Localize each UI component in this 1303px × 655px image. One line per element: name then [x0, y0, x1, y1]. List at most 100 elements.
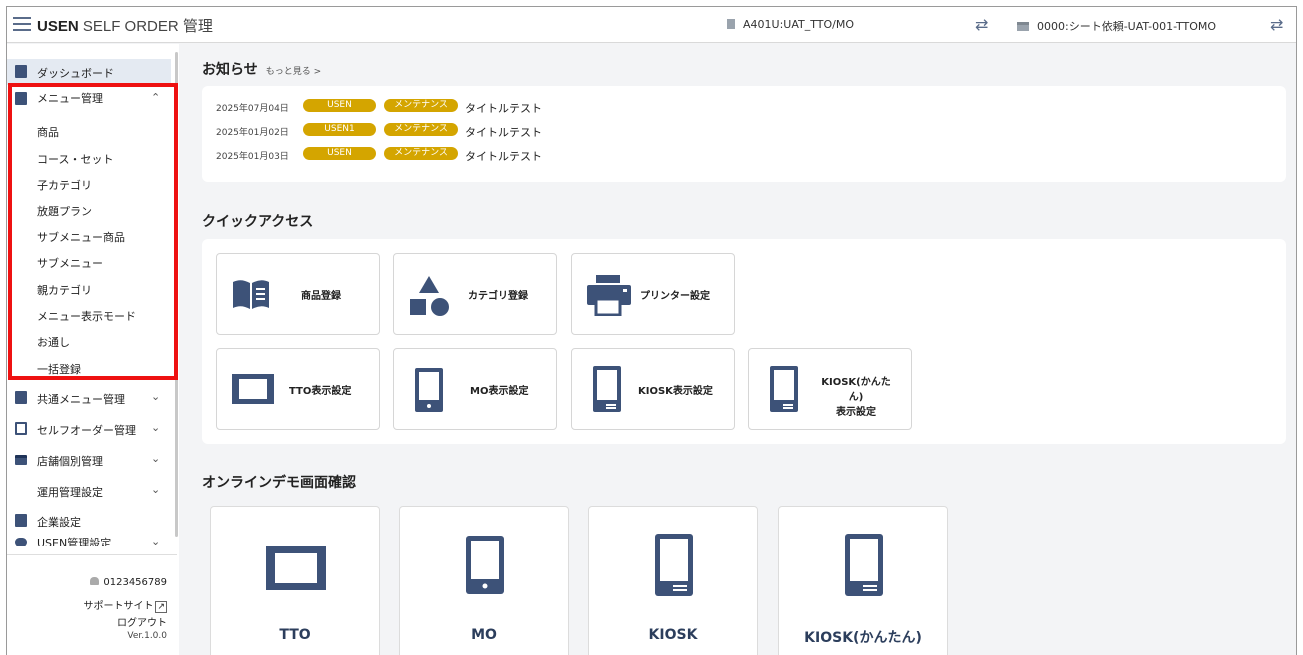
top-header: USEN SELF ORDER 管理 A401U:UAT_TTO/MO ⇄ 00… — [7, 7, 1296, 43]
demo-label: KIOSK(かんたん) — [804, 630, 922, 646]
chevron-down-icon: ⌄ — [151, 421, 161, 434]
quick-product-register-button[interactable]: 商品登録 — [216, 253, 380, 335]
notices-heading: お知らせ もっと見る > — [202, 59, 321, 79]
notice-title: タイトルテスト — [465, 102, 542, 115]
chevron-down-icon: ⌄ — [151, 483, 161, 496]
chevron-down-icon: ⌄ — [151, 390, 161, 403]
book-icon — [233, 280, 269, 309]
person-icon — [90, 577, 100, 585]
quick-label: TTO表示設定 — [289, 386, 352, 397]
sidebar-item-usen-settings[interactable]: USEN管理設定 ⌄ — [7, 534, 171, 546]
demo-kiosk-card[interactable]: KIOSK — [588, 506, 758, 655]
kiosk-icon — [593, 366, 621, 412]
logout-link[interactable]: ログアウト — [117, 614, 167, 629]
quick-label: MO表示設定 — [470, 386, 529, 397]
notices-card: 2025年07月04日 USEN メンテナンス タイトルテスト 2025年01月… — [202, 86, 1286, 182]
sidebar-item-label: 企業設定 — [37, 516, 81, 529]
clipboard-icon — [15, 422, 27, 435]
notice-category-tag: メンテナンス — [384, 99, 458, 112]
user-id: 0123456789 — [103, 577, 167, 588]
highlight-annotation — [8, 83, 178, 380]
notices-title: お知らせ — [202, 62, 258, 78]
quick-kiosk-simple-display-button[interactable]: KIOSK(かんたん) 表示設定 — [748, 348, 912, 430]
kiosk-icon — [845, 534, 883, 596]
user-info: 0123456789 — [90, 577, 167, 588]
shapes-icon — [410, 276, 449, 316]
see-more-link[interactable]: もっと見る > — [266, 67, 321, 77]
demo-label: MO — [471, 627, 497, 643]
hamburger-menu-icon[interactable] — [13, 17, 31, 31]
shop-icon — [1017, 22, 1029, 31]
current-shop: 0000:シート依頼-UAT-001-TTOMO — [1017, 18, 1216, 34]
app-window: USEN SELF ORDER 管理 A401U:UAT_TTO/MO ⇄ 00… — [6, 6, 1297, 655]
main-content: お知らせ もっと見る > 2025年07月04日 USEN メンテナンス タイトル… — [202, 44, 1292, 655]
dashboard-icon — [15, 65, 27, 78]
quick-tto-display-button[interactable]: TTO表示設定 — [216, 348, 380, 430]
sidebar-item-label: 運用管理設定 — [37, 486, 103, 499]
notice-title: タイトルテスト — [465, 150, 542, 163]
demo-tto-card[interactable]: TTO — [210, 506, 380, 655]
notice-date: 2025年01月02日 — [216, 128, 289, 138]
quick-mo-display-button[interactable]: MO表示設定 — [393, 348, 557, 430]
quick-access-heading: クイックアクセス — [202, 214, 314, 230]
building-icon — [15, 514, 27, 527]
sidebar-item-label: USEN管理設定 — [37, 537, 112, 546]
chevron-down-icon: ⌄ — [151, 452, 161, 465]
notice-category-tag: メンテナンス — [384, 147, 458, 160]
demo-label: TTO — [279, 627, 311, 643]
demo-mo-card[interactable]: MO — [399, 506, 569, 655]
support-site-link[interactable]: サポートサイト ↗ — [83, 597, 167, 613]
sidebar-item-label: 共通メニュー管理 — [37, 393, 125, 406]
quick-label: KIOSK(かんたん) 表示設定 — [821, 375, 891, 420]
notice-tag: USEN — [303, 99, 376, 112]
store-label: A401U:UAT_TTO/MO — [743, 18, 854, 31]
notice-tag: USEN1 — [303, 123, 376, 136]
app-title-rest: SELF ORDER 管理 — [78, 18, 213, 35]
smartphone-icon — [466, 536, 504, 594]
usen-icon — [15, 538, 27, 546]
external-link-icon: ↗ — [155, 601, 167, 613]
building-icon — [727, 19, 735, 29]
brand-name: USEN — [37, 18, 79, 35]
tablet-landscape-icon — [266, 546, 326, 590]
quick-category-register-button[interactable]: カテゴリ登録 — [393, 253, 557, 335]
chevron-down-icon: ⌄ — [151, 535, 161, 546]
demo-kiosk-simple-card[interactable]: KIOSK(かんたん) — [778, 506, 948, 655]
notice-date: 2025年07月04日 — [216, 104, 289, 114]
sidebar-item-label: 店舗個別管理 — [37, 455, 103, 468]
document-icon — [15, 391, 27, 404]
shop-label: 0000:シート依頼-UAT-001-TTOMO — [1037, 20, 1217, 33]
quick-kiosk-display-button[interactable]: KIOSK表示設定 — [571, 348, 735, 430]
printer-icon — [587, 275, 631, 316]
quick-printer-settings-button[interactable]: プリンター設定 — [571, 253, 735, 335]
quick-label-line2: 表示設定 — [836, 407, 876, 418]
support-label: サポートサイト — [83, 601, 154, 612]
sidebar: ダッシュボード メニュー管理 ⌃ 商品 コース・セット 子カテゴリ 放題プラン … — [7, 44, 179, 655]
kiosk-icon — [770, 366, 798, 412]
sidebar-item-self-order[interactable]: セルフオーダー管理 ⌄ — [7, 416, 171, 442]
quick-label-line1: KIOSK(かんたん) — [821, 377, 891, 403]
sidebar-item-company-settings[interactable]: 企業設定 — [7, 508, 171, 534]
kiosk-icon — [655, 534, 693, 596]
quick-label: プリンター設定 — [640, 291, 710, 302]
sidebar-item-label: ダッシュボード — [37, 67, 114, 80]
notice-title: タイトルテスト — [465, 126, 542, 139]
switch-shop-icon[interactable]: ⇄ — [1270, 15, 1283, 34]
quick-access-panel: 商品登録 カテゴリ登録 プリンター設定 TTO表示設定 MO表示設定 KIOSK… — [202, 239, 1286, 444]
demo-label: KIOSK — [648, 627, 698, 643]
current-store: A401U:UAT_TTO/MO — [727, 18, 854, 31]
sidebar-item-store-management[interactable]: 店舗個別管理 ⌄ — [7, 447, 171, 473]
quick-label: KIOSK表示設定 — [638, 386, 713, 397]
quick-label: 商品登録 — [301, 291, 341, 302]
sidebar-divider — [7, 554, 177, 555]
notice-date: 2025年01月03日 — [216, 152, 289, 162]
notice-tag: USEN — [303, 147, 376, 160]
version-label: Ver.1.0.0 — [127, 631, 167, 641]
notice-category-tag: メンテナンス — [384, 123, 458, 136]
sidebar-item-dashboard[interactable]: ダッシュボード — [7, 59, 171, 85]
sidebar-item-common-menu[interactable]: 共通メニュー管理 ⌄ — [7, 385, 171, 411]
online-demo-heading: オンラインデモ画面確認 — [202, 475, 356, 491]
quick-label: カテゴリ登録 — [468, 291, 528, 302]
sidebar-item-ops-settings[interactable]: 運用管理設定 ⌄ — [7, 478, 171, 504]
switch-store-icon[interactable]: ⇄ — [975, 15, 988, 34]
